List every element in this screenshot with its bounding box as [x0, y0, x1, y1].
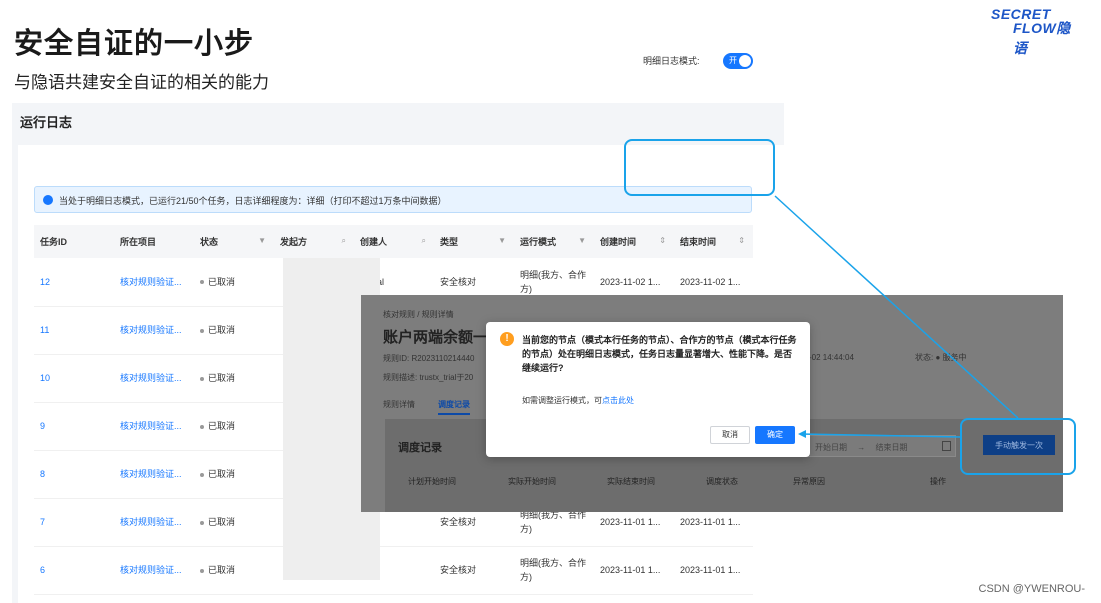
connector-line-1 [774, 195, 1019, 419]
slide: 安全自证的一小步 与隐语共建安全自证的相关的能力 SECRET FLOW隐语 运… [0, 0, 1101, 603]
connector-arrows [774, 195, 1019, 438]
watermark: CSDN @YWENROU- [978, 583, 1086, 595]
connector-line-2 [799, 433, 961, 438]
arrow-head [798, 430, 806, 438]
